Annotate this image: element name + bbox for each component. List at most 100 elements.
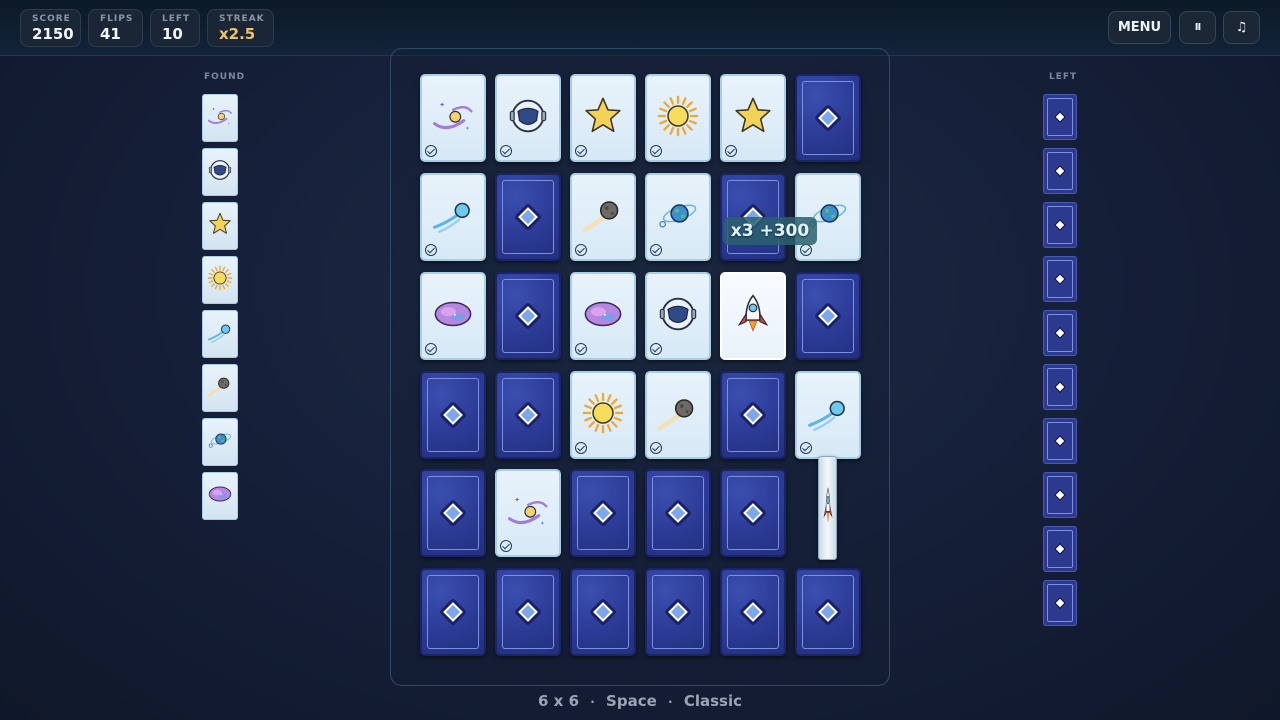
separator-dot: · xyxy=(668,695,673,709)
remaining-card xyxy=(1043,580,1077,626)
comet-icon xyxy=(206,318,234,350)
left-stat: LEFT 10 xyxy=(150,9,200,47)
memory-card[interactable] xyxy=(645,371,711,459)
galaxy-swirl-icon: ✦ ✦ xyxy=(430,93,476,143)
found-pair-card: ✦ ✦ xyxy=(202,472,238,520)
memory-card[interactable] xyxy=(495,272,561,360)
pause-icon: II xyxy=(1194,22,1202,33)
memory-card[interactable] xyxy=(495,173,561,261)
meteor-icon xyxy=(580,192,626,242)
memory-card[interactable] xyxy=(645,568,711,656)
svg-text:✦: ✦ xyxy=(540,521,545,527)
memory-card[interactable]: ✦ ✦ xyxy=(570,272,636,360)
sun-icon xyxy=(655,93,701,143)
found-pair-card xyxy=(202,202,238,250)
memory-card[interactable] xyxy=(645,272,711,360)
memory-card[interactable] xyxy=(495,371,561,459)
remaining-card xyxy=(1043,526,1077,572)
remaining-card xyxy=(1043,148,1077,194)
memory-card[interactable] xyxy=(570,469,636,557)
streak-value: x2.5 xyxy=(219,25,256,43)
matched-check-icon xyxy=(500,145,512,157)
remaining-card xyxy=(1043,418,1077,464)
astronaut-helmet-icon xyxy=(206,156,234,188)
found-pair-card xyxy=(202,364,238,412)
flipping-card xyxy=(818,456,837,560)
flips-stat: FLIPS 41 xyxy=(88,9,143,47)
matched-check-icon xyxy=(425,244,437,256)
memory-card[interactable] xyxy=(720,272,786,360)
matched-check-icon xyxy=(425,145,437,157)
memory-card[interactable] xyxy=(570,173,636,261)
memory-card[interactable]: ✦ ✦ xyxy=(495,469,561,557)
flips-value: 41 xyxy=(100,25,121,43)
svg-text:✦: ✦ xyxy=(465,301,470,308)
galaxy-swirl-icon: ✦ ✦ xyxy=(206,102,234,134)
memory-card[interactable] xyxy=(645,173,711,261)
menu-button[interactable]: MENU xyxy=(1108,11,1171,44)
galaxy-swirl-icon: ✦ ✦ xyxy=(505,488,551,538)
memory-card[interactable] xyxy=(720,469,786,557)
remaining-card xyxy=(1043,310,1077,356)
memory-card[interactable] xyxy=(645,469,711,557)
memory-card[interactable] xyxy=(795,272,861,360)
matched-check-icon xyxy=(575,343,587,355)
nebula-icon: ✦ ✦ xyxy=(430,291,476,341)
rocket-icon xyxy=(730,291,776,341)
memory-card[interactable] xyxy=(420,469,486,557)
memory-card[interactable] xyxy=(720,371,786,459)
found-pair-card xyxy=(202,310,238,358)
svg-text:✦: ✦ xyxy=(603,312,607,318)
memory-card[interactable] xyxy=(795,74,861,162)
remaining-card xyxy=(1043,472,1077,518)
matched-check-icon xyxy=(800,442,812,454)
astronaut-helmet-icon xyxy=(655,291,701,341)
comet-icon xyxy=(430,192,476,242)
astronaut-helmet-icon xyxy=(505,93,551,143)
left-value: 10 xyxy=(162,25,183,43)
matched-check-icon xyxy=(650,442,662,454)
memory-card[interactable] xyxy=(420,371,486,459)
svg-text:✦: ✦ xyxy=(227,121,230,125)
pause-button[interactable]: II xyxy=(1179,11,1216,44)
svg-text:✦: ✦ xyxy=(465,126,470,132)
memory-card[interactable] xyxy=(795,371,861,459)
memory-card[interactable] xyxy=(720,568,786,656)
memory-card[interactable] xyxy=(570,568,636,656)
memory-card[interactable] xyxy=(420,568,486,656)
memory-card[interactable] xyxy=(570,371,636,459)
sun-icon xyxy=(206,264,234,296)
memory-card[interactable] xyxy=(495,74,561,162)
star-icon xyxy=(580,93,626,143)
memory-card[interactable]: ✦ ✦ xyxy=(420,272,486,360)
game-info-footer: 6 x 6 · Space · Classic xyxy=(390,692,890,710)
meteor-icon xyxy=(655,390,701,440)
memory-card[interactable] xyxy=(420,173,486,261)
star-icon xyxy=(730,93,776,143)
memory-card[interactable] xyxy=(495,568,561,656)
matched-check-icon xyxy=(650,145,662,157)
matched-check-icon xyxy=(575,442,587,454)
memory-card[interactable] xyxy=(720,74,786,162)
found-pair-card xyxy=(202,418,238,466)
memory-card[interactable] xyxy=(570,74,636,162)
matched-check-icon xyxy=(575,244,587,256)
found-pair-card xyxy=(202,256,238,304)
nebula-icon: ✦ ✦ xyxy=(206,480,234,512)
svg-text:✦: ✦ xyxy=(227,486,230,490)
found-pair-card xyxy=(202,148,238,196)
matched-check-icon xyxy=(650,244,662,256)
remaining-card xyxy=(1043,202,1077,248)
found-panel-title: FOUND xyxy=(204,72,246,82)
mode-label: Classic xyxy=(683,692,742,710)
memory-card[interactable] xyxy=(645,74,711,162)
music-button[interactable]: ♫ xyxy=(1223,11,1260,44)
streak-stat: STREAK x2.5 xyxy=(207,9,274,47)
nebula-icon: ✦ ✦ xyxy=(580,291,626,341)
memory-card[interactable] xyxy=(795,568,861,656)
memory-card[interactable]: ✦ ✦ xyxy=(420,74,486,162)
separator-dot: · xyxy=(590,695,595,709)
streak-label: STREAK xyxy=(219,14,265,24)
meteor-icon xyxy=(206,372,234,404)
matched-check-icon xyxy=(425,343,437,355)
